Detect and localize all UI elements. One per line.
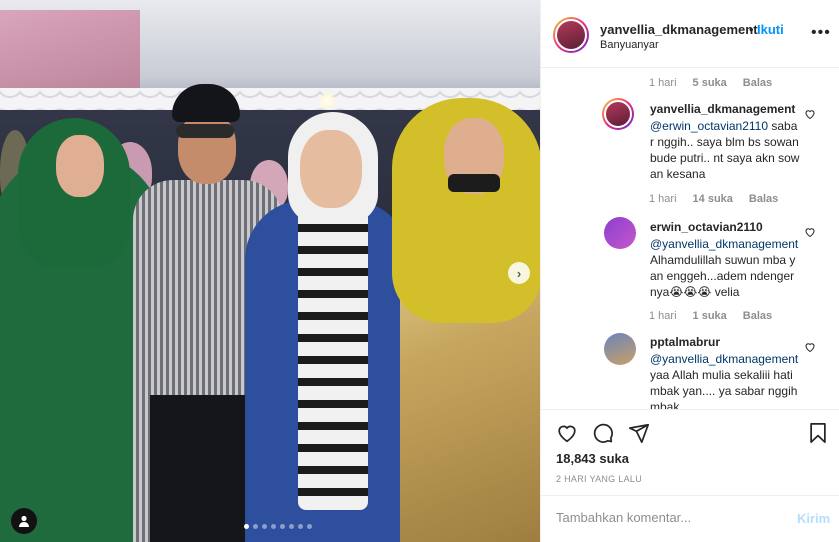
heart-icon[interactable] — [804, 108, 816, 120]
person-face — [300, 130, 362, 208]
person-striped-scarf — [298, 210, 368, 510]
comment-meta: 1 hari 14 suka Balas — [649, 193, 778, 205]
comment-mention[interactable]: @erwin_octavian2110 — [650, 119, 768, 133]
user-tag-icon[interactable] — [11, 508, 37, 534]
comment-text: @yanvellia_dkmanagement yaa Allah mulia … — [650, 351, 800, 409]
comment-username[interactable]: pptalmabrur — [650, 335, 720, 349]
post-sidebar: yanvellia_dkmanagement • Ikuti Banyuanya… — [540, 0, 839, 542]
tent-drape — [0, 10, 140, 100]
post-photo[interactable]: › — [0, 0, 540, 542]
post-actions: 18,843 suka 2 HARI YANG LALU — [541, 409, 839, 495]
reply-button[interactable]: Balas — [749, 193, 778, 205]
comment-username[interactable]: erwin_octavian2110 — [650, 220, 763, 234]
comments-list[interactable]: 1 hari 5 suka Balas yanvellia_dkmanageme… — [541, 68, 839, 409]
reply-button[interactable]: Balas — [743, 77, 772, 89]
comment-body: Alhamdulillah suwun mba yan enggeh...ade… — [650, 253, 796, 299]
comment-mention[interactable]: @yanvellia_dkmanagement — [650, 237, 798, 251]
comment-time[interactable]: 1 hari — [649, 193, 677, 205]
comment-meta: 1 hari 5 suka Balas — [649, 77, 772, 89]
ceiling-light — [318, 92, 336, 110]
comment-meta: 1 hari 1 suka Balas — [649, 310, 772, 322]
post-timestamp[interactable]: 2 HARI YANG LALU — [556, 474, 642, 484]
reply-button[interactable]: Balas — [743, 310, 772, 322]
author-username[interactable]: yanvellia_dkmanagement — [600, 22, 758, 37]
carousel-dot — [307, 524, 312, 529]
avatar[interactable] — [602, 98, 634, 130]
carousel-dot — [253, 524, 258, 529]
share-icon[interactable] — [628, 422, 650, 444]
separator-dot: • — [749, 22, 754, 37]
heart-icon[interactable] — [804, 226, 816, 238]
person-face — [178, 112, 236, 184]
person-face-mask — [448, 174, 500, 192]
avatar[interactable] — [604, 333, 636, 365]
avatar[interactable] — [553, 17, 589, 53]
carousel-dot — [298, 524, 303, 529]
post-comment-button[interactable]: Kirim — [797, 511, 830, 526]
person-face — [56, 135, 104, 197]
avatar[interactable] — [604, 217, 636, 249]
comment-likes[interactable]: 1 suka — [693, 310, 727, 322]
carousel-dot — [262, 524, 267, 529]
heart-icon[interactable] — [804, 341, 816, 353]
comment-time[interactable]: 1 hari — [649, 77, 677, 89]
comment-likes[interactable]: 5 suka — [693, 77, 727, 89]
person-sunglasses — [176, 124, 234, 138]
chevron-right-icon[interactable]: › — [508, 262, 530, 284]
carousel-dot — [289, 524, 294, 529]
carousel-dot — [271, 524, 276, 529]
likes-count[interactable]: 18,843 suka — [556, 451, 629, 466]
comment-username[interactable]: yanvellia_dkmanagement — [650, 102, 795, 116]
carousel-dot — [244, 524, 249, 529]
comment-likes[interactable]: 14 suka — [693, 193, 733, 205]
carousel-indicator — [244, 524, 312, 529]
comment-mention[interactable]: @yanvellia_dkmanagement — [650, 352, 798, 366]
location-link[interactable]: Banyuanyar — [600, 39, 659, 51]
comment-text: @erwin_octavian2110 sabar nggih.. saya b… — [650, 118, 800, 182]
follow-button[interactable]: Ikuti — [757, 22, 784, 37]
comment-body: yaa Allah mulia sekaliii hati mbak yan..… — [650, 368, 798, 409]
heart-icon[interactable] — [556, 422, 578, 444]
comment-composer: Kirim — [541, 495, 839, 542]
comment-icon[interactable] — [592, 422, 614, 444]
comment-text: @yanvellia_dkmanagement Alhamdulillah su… — [650, 236, 800, 300]
more-options-icon[interactable]: ••• — [811, 24, 831, 42]
carousel-dot — [280, 524, 285, 529]
comment-input[interactable] — [556, 510, 776, 525]
comment-time[interactable]: 1 hari — [649, 310, 677, 322]
bookmark-icon[interactable] — [807, 422, 829, 444]
post-header: yanvellia_dkmanagement • Ikuti Banyuanya… — [541, 0, 839, 68]
